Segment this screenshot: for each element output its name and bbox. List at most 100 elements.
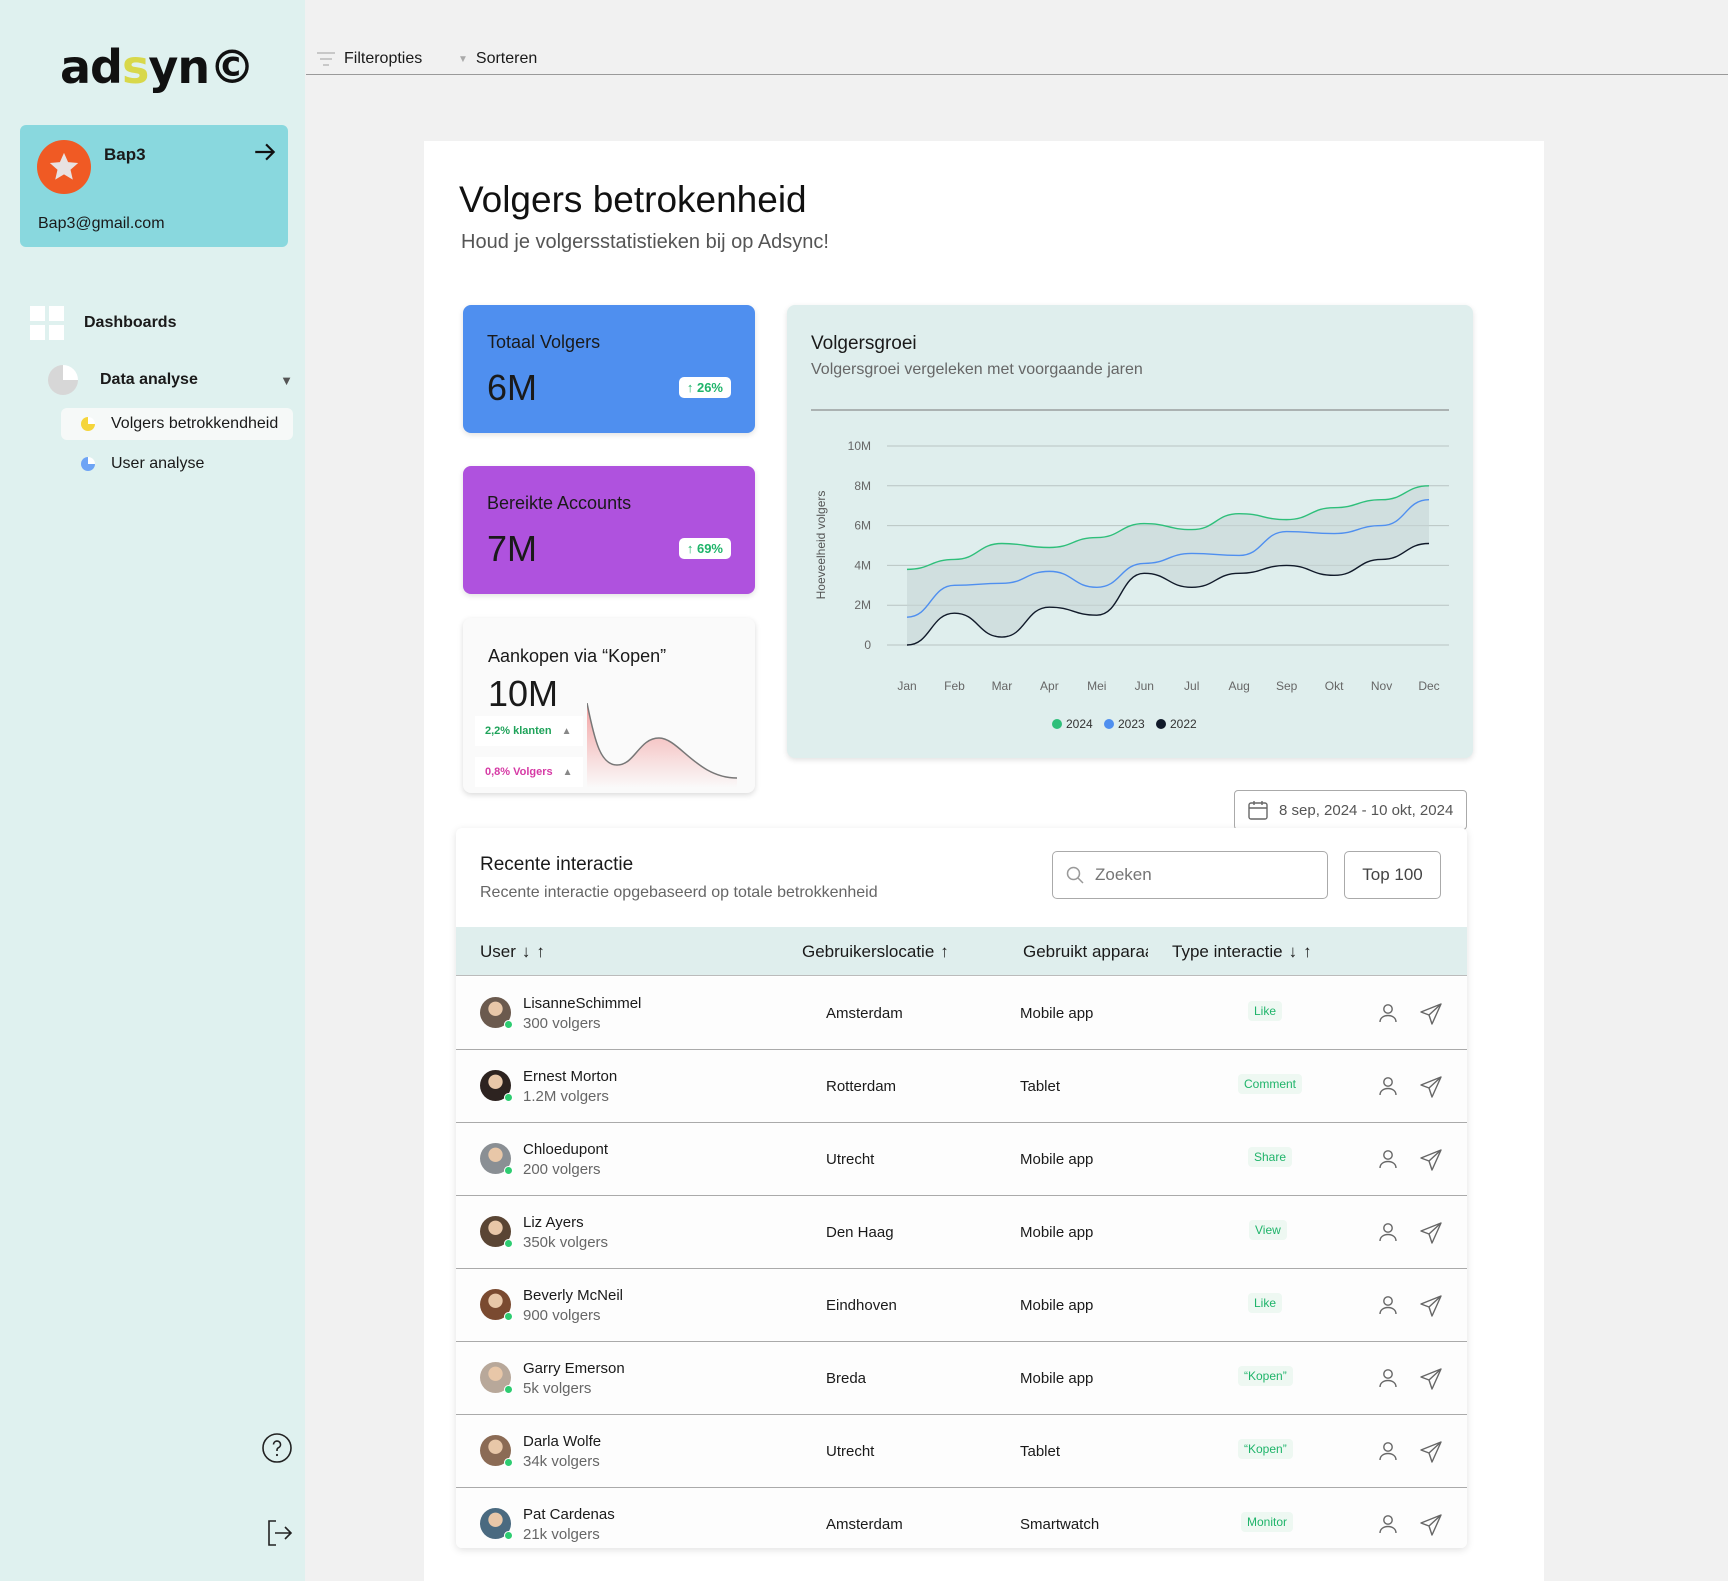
sidebar-item-label: User analyse (111, 455, 205, 472)
header-location[interactable]: Gebruikerslocatie ↑ (802, 942, 949, 962)
interaction-type-badge: Monitor (1241, 1512, 1294, 1532)
send-message-icon[interactable] (1418, 1512, 1444, 1538)
help-icon[interactable] (261, 1432, 293, 1464)
send-message-icon[interactable] (1418, 1439, 1444, 1465)
y-axis-label: Hoeveelheid volgers (814, 491, 828, 600)
filter-options-button[interactable]: Filteropties (316, 50, 422, 68)
user-profile-icon[interactable] (1376, 1439, 1400, 1463)
send-message-icon[interactable] (1418, 1147, 1444, 1173)
date-range-button[interactable]: 8 sep, 2024 - 10 okt, 2024 (1234, 790, 1467, 830)
sidebar-item-volgers-betrokkendheid[interactable]: Volgers betrokkendheid (61, 408, 293, 440)
search-icon (1066, 866, 1084, 884)
sort-up-icon[interactable]: ↑ (536, 942, 545, 962)
grid-icon (30, 306, 66, 340)
top-100-button[interactable]: Top 100 (1344, 851, 1441, 899)
user-name: Liz Ayers (523, 1214, 584, 1231)
online-status-dot (504, 1020, 513, 1029)
user-name: LisanneSchimmel (523, 995, 642, 1012)
user-location: Eindhoven (826, 1297, 897, 1314)
user-device: Mobile app (1020, 1151, 1094, 1168)
stat-card-total-followers[interactable]: Totaal Volgers 6M ↑ 26% (463, 305, 755, 433)
y-tick-label: 10M (848, 439, 871, 453)
table-row[interactable]: Ernest Morton 1.2M volgers Rotterdam Tablet… (456, 1050, 1467, 1123)
interaction-type-badge: Share (1248, 1147, 1293, 1167)
x-tick-label: Feb (944, 679, 965, 693)
user-device: Mobile app (1020, 1224, 1094, 1241)
send-message-icon[interactable] (1418, 1366, 1444, 1392)
y-tick-label: 4M (854, 558, 871, 572)
sort-button[interactable]: ▼ Sorteren (458, 50, 537, 68)
page-subtitle: Houd je volgersstatistieken bij op Adsyn… (461, 231, 829, 253)
user-profile-icon[interactable] (1376, 1512, 1400, 1536)
sidebar-item-user-analyse[interactable]: User analyse (61, 448, 293, 480)
table-row[interactable]: Garry Emerson 5k volgers Breda Mobile app “K… (456, 1342, 1467, 1415)
user-device: Mobile app (1020, 1370, 1094, 1387)
top-bar: Filteropties ▼ Sorteren (306, 0, 1728, 75)
header-device[interactable]: Gebruikt apparaat (1023, 942, 1148, 962)
series-area (907, 485, 1429, 645)
change-value: 26% (696, 380, 723, 395)
table-row[interactable]: Chloedupont 200 volgers Utrecht Mobile app S… (456, 1123, 1467, 1196)
user-profile-icon[interactable] (1376, 1001, 1400, 1025)
sidebar-item-dashboards[interactable]: Dashboards (30, 306, 176, 340)
header-label: Type interactie (1172, 942, 1283, 961)
sort-down-icon[interactable]: ↓ (522, 942, 531, 962)
caret-down-icon[interactable]: ▼ (280, 373, 293, 388)
send-message-icon[interactable] (1418, 1074, 1444, 1100)
stat-label: Bereikte Accounts (487, 493, 632, 513)
user-profile-icon[interactable] (1376, 1074, 1400, 1098)
online-status-dot (504, 1385, 513, 1394)
sort-down-icon[interactable]: ↓ (1289, 942, 1298, 962)
search-input[interactable] (1095, 865, 1315, 885)
user-name: Beverly McNeil (523, 1287, 624, 1304)
interaction-type-badge: Like (1248, 1001, 1283, 1021)
user-name: Chloedupont (523, 1141, 609, 1158)
sidebar: adsyn© Bap3 Bap3@gmail.com Dashboards Da… (0, 0, 305, 1581)
header-label: User (480, 942, 516, 961)
user-location: Amsterdam (826, 1005, 903, 1022)
header-user[interactable]: User ↓ ↑ (480, 942, 545, 962)
x-tick-label: Dec (1418, 679, 1439, 693)
profile-email: Bap3@gmail.com (38, 215, 165, 232)
x-tick-label: Aug (1229, 679, 1250, 693)
user-name: Pat Cardenas (523, 1506, 615, 1523)
sidebar-item-label: Data analyse (100, 371, 198, 388)
logout-icon[interactable] (264, 1518, 294, 1548)
table-row[interactable]: Darla Wolfe 34k volgers Utrecht Tablet “Kope… (456, 1415, 1467, 1488)
sort-up-icon[interactable]: ↑ (1303, 942, 1312, 962)
user-profile-icon[interactable] (1376, 1366, 1400, 1390)
legend-marker-2022 (1156, 719, 1166, 729)
user-profile-icon[interactable] (1376, 1220, 1400, 1244)
date-range-label: 8 sep, 2024 - 10 okt, 2024 (1279, 801, 1454, 819)
table-row[interactable]: Liz Ayers 350k volgers Den Haag Mobile app V… (456, 1196, 1467, 1269)
search-box[interactable] (1052, 851, 1328, 899)
sort-up-icon[interactable]: ↑ (940, 942, 949, 962)
purchases-card[interactable]: Aankopen via “Kopen” 10M 2,2% klanten ▲ 0… (463, 618, 755, 793)
profile-card[interactable]: Bap3 Bap3@gmail.com (20, 125, 288, 247)
x-tick-label: Mar (992, 679, 1013, 693)
table-row[interactable]: Beverly McNeil 900 volgers Eindhoven Mobile… (456, 1269, 1467, 1342)
legend-label-2023: 2023 (1118, 717, 1145, 731)
send-message-icon[interactable] (1418, 1220, 1444, 1246)
sidebar-item-data-analyse[interactable]: Data analyse ▼ (48, 365, 293, 395)
user-followers: 34k volgers (523, 1453, 600, 1470)
profile-name: Bap3 (104, 145, 146, 164)
table-row[interactable]: LisanneSchimmel 300 volgers Amsterdam Mobil… (456, 977, 1467, 1050)
arrow-right-icon[interactable] (252, 139, 278, 165)
user-location: Utrecht (826, 1443, 875, 1460)
stat-card-reached-accounts[interactable]: Bereikte Accounts 7M ↑ 69% (463, 466, 755, 594)
table-row[interactable]: Pat Cardenas 21k volgers Amsterdam Smartwat… (456, 1488, 1467, 1548)
send-message-icon[interactable] (1418, 1001, 1444, 1027)
user-location: Amsterdam (826, 1516, 903, 1533)
logo[interactable]: adsyn© (60, 40, 255, 94)
online-status-dot (504, 1166, 513, 1175)
purchases-sparkline (587, 703, 738, 788)
table-subtitle: Recente interactie opgebaseerd op totale… (480, 884, 878, 901)
header-type[interactable]: Type interactie ↓ ↑ (1172, 942, 1312, 962)
filter-icon (317, 52, 335, 66)
stat-label: Totaal Volgers (487, 332, 601, 352)
customers-tag-label: 2,2% klanten (485, 725, 552, 737)
send-message-icon[interactable] (1418, 1293, 1444, 1319)
user-profile-icon[interactable] (1376, 1147, 1400, 1171)
user-profile-icon[interactable] (1376, 1293, 1400, 1317)
